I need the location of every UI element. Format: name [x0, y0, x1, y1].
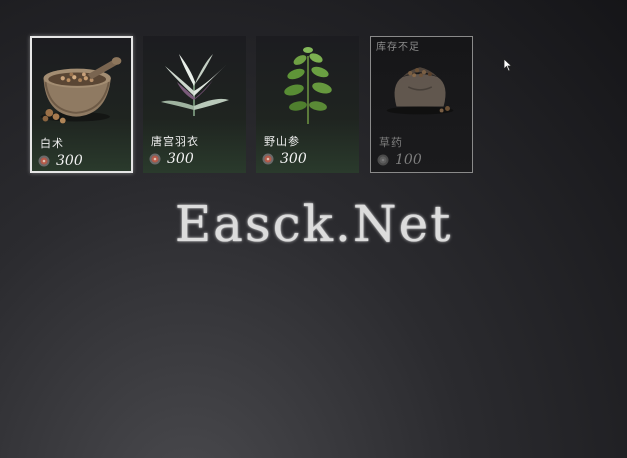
- shop-item-row: 白术 300 唐宫羽衣 300 野山参 300 库存不足 草药 100: [30, 36, 480, 176]
- item-name: 白术: [40, 137, 64, 150]
- item-price: 100: [395, 152, 422, 168]
- mouse-cursor-icon: [503, 58, 513, 72]
- price-row: 300: [38, 153, 83, 169]
- shop-item-baizhu[interactable]: 白术 300: [30, 36, 133, 173]
- shop-item-yeshanshen[interactable]: 野山参 300: [256, 36, 359, 173]
- item-name: 草药: [379, 136, 403, 149]
- coin-icon: [377, 154, 389, 166]
- feather-leaf-plant-icon: [161, 54, 229, 116]
- item-name: 唐宫羽衣: [151, 135, 199, 148]
- price-row: 300: [149, 151, 194, 167]
- price-row: 300: [262, 151, 307, 167]
- item-price: 300: [56, 153, 83, 169]
- item-name: 野山参: [264, 135, 300, 148]
- coin-icon: [262, 153, 274, 165]
- coin-icon: [149, 153, 161, 165]
- herb-sack-icon: [386, 67, 454, 115]
- item-price: 300: [167, 151, 194, 167]
- shop-item-caoyao[interactable]: 库存不足 草药 100: [370, 36, 473, 173]
- item-price: 300: [280, 151, 307, 167]
- wild-ginseng-plant-icon: [284, 47, 332, 124]
- shop-item-tanggong-yuyi[interactable]: 唐宫羽衣 300: [143, 36, 246, 173]
- mortar-herbs-icon: [40, 57, 122, 124]
- price-row: 100: [377, 152, 422, 168]
- watermark-text: Easck.Net: [174, 195, 453, 253]
- coin-icon: [38, 155, 50, 167]
